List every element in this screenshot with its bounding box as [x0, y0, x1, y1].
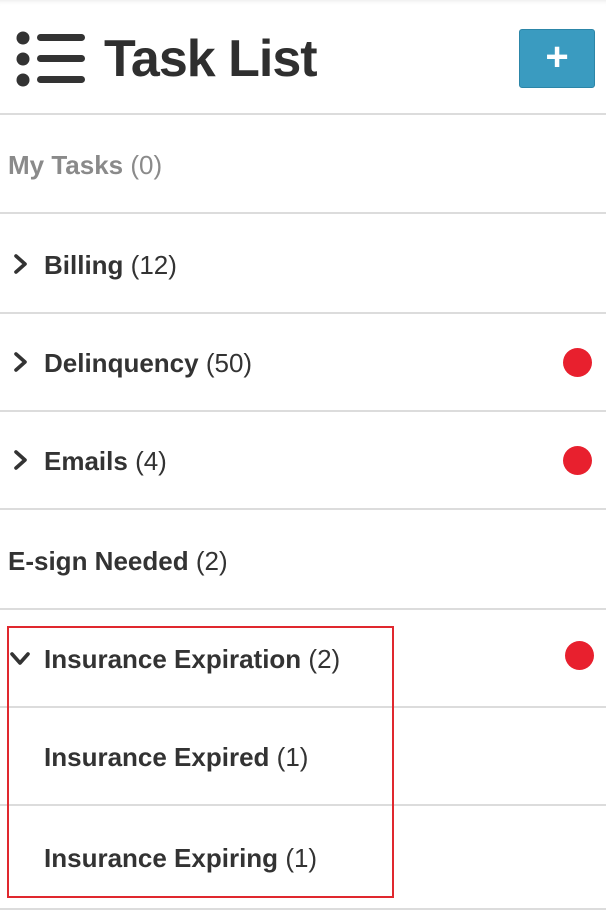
- task-group-delinquency[interactable]: Delinquency (50): [0, 314, 606, 412]
- plus-icon: +: [545, 35, 569, 79]
- chevron-down-icon[interactable]: [9, 648, 31, 670]
- task-group-label: Billing (12): [44, 250, 177, 280]
- task-item-label: Insurance Expiring (1): [44, 843, 318, 873]
- header: Task List +: [0, 0, 606, 115]
- task-group-billing[interactable]: Billing (12): [0, 214, 606, 314]
- task-group-label: E-sign Needed (2): [8, 546, 228, 576]
- task-group-emails[interactable]: Emails (4): [0, 412, 606, 510]
- task-item-label: Insurance Expired (1): [44, 742, 309, 772]
- task-item-insurance-expiring[interactable]: Insurance Expiring (1): [0, 806, 606, 910]
- chevron-right-icon[interactable]: [10, 449, 32, 471]
- notification-dot: [563, 446, 592, 475]
- page-title: Task List: [104, 30, 318, 88]
- task-group-label: Insurance Expiration (2): [44, 644, 341, 674]
- task-item-insurance-expired[interactable]: Insurance Expired (1): [0, 708, 606, 806]
- task-group-label: Delinquency (50): [44, 348, 253, 378]
- chevron-right-icon[interactable]: [10, 253, 32, 275]
- task-group-esign-needed[interactable]: E-sign Needed (2): [0, 510, 606, 610]
- notification-dot: [563, 348, 592, 377]
- add-task-button[interactable]: +: [519, 29, 595, 88]
- notification-dot: [565, 641, 594, 670]
- task-group-my-tasks[interactable]: My Tasks (0): [0, 115, 606, 214]
- task-group-label: My Tasks (0): [8, 150, 163, 180]
- chevron-right-icon[interactable]: [10, 351, 32, 373]
- task-group-insurance-expiration[interactable]: Insurance Expiration (2): [0, 610, 606, 708]
- list-icon[interactable]: [16, 30, 86, 88]
- task-group-label: Emails (4): [44, 446, 167, 476]
